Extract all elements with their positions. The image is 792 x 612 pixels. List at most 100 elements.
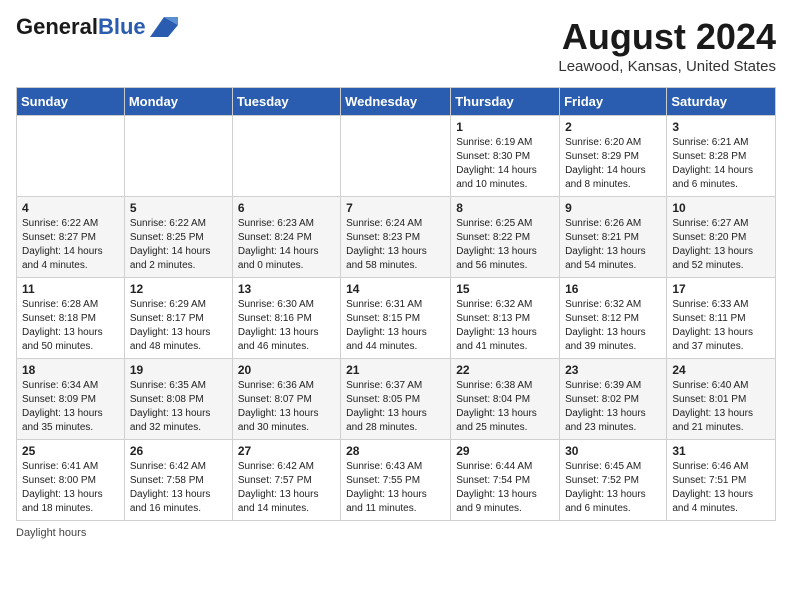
calendar-cell: 3 Sunrise: 6:21 AM Sunset: 8:28 PM Daylig… — [667, 116, 776, 197]
day-number: 12 — [130, 282, 227, 296]
calendar-cell: 9 Sunrise: 6:26 AM Sunset: 8:21 PM Daylig… — [560, 197, 667, 278]
day-info: Sunrise: 6:42 AM Sunset: 7:57 PM Dayligh… — [238, 460, 335, 516]
calendar-cell: 1 Sunrise: 6:19 AM Sunset: 8:30 PM Daylig… — [451, 116, 560, 197]
weekday-header: Wednesday — [341, 88, 451, 116]
calendar-cell: 20Sunrise: 6:36 AM Sunset: 8:07 PM Dayli… — [232, 359, 340, 440]
day-info: Sunrise: 6:40 AM Sunset: 8:01 PM Dayligh… — [672, 379, 770, 435]
day-number: 5 — [130, 201, 227, 215]
day-info: Sunrise: 6:35 AM Sunset: 8:08 PM Dayligh… — [130, 379, 227, 435]
day-number: 11 — [22, 282, 119, 296]
logo-general: General — [16, 14, 98, 39]
title-area: August 2024 Leawood, Kansas, United Stat… — [558, 16, 776, 75]
day-info: Sunrise: 6:32 AM Sunset: 8:13 PM Dayligh… — [456, 298, 554, 354]
calendar-cell: 13 Sunrise: 6:30 AM Sunset: 8:16 PM Dayli… — [232, 278, 340, 359]
calendar-cell: 10 Sunrise: 6:27 AM Sunset: 8:20 PM Dayli… — [667, 197, 776, 278]
calendar-cell: 27 Sunrise: 6:42 AM Sunset: 7:57 PM Dayli… — [232, 440, 340, 521]
page-header: GeneralBlue August 2024 Leawood, Kansas,… — [16, 16, 776, 75]
calendar-cell: 16 Sunrise: 6:32 AM Sunset: 8:12 PM Dayli… — [560, 278, 667, 359]
day-info: Sunrise: 6:27 AM Sunset: 8:20 PM Dayligh… — [672, 217, 770, 273]
calendar-cell: 31Sunrise: 6:46 AM Sunset: 7:51 PM Dayli… — [667, 440, 776, 521]
location-subtitle: Leawood, Kansas, United States — [558, 58, 776, 75]
calendar-cell: 24Sunrise: 6:40 AM Sunset: 8:01 PM Dayli… — [667, 359, 776, 440]
calendar-cell — [17, 116, 125, 197]
day-number: 20 — [238, 363, 335, 377]
calendar-cell: 22 Sunrise: 6:38 AM Sunset: 8:04 PM Dayli… — [451, 359, 560, 440]
day-number: 30 — [565, 444, 661, 458]
calendar-cell: 12 Sunrise: 6:29 AM Sunset: 8:17 PM Dayli… — [124, 278, 232, 359]
day-number: 21 — [346, 363, 445, 377]
day-number: 2 — [565, 120, 661, 134]
day-info: Sunrise: 6:20 AM Sunset: 8:29 PM Dayligh… — [565, 136, 661, 192]
day-info: Sunrise: 6:29 AM Sunset: 8:17 PM Dayligh… — [130, 298, 227, 354]
day-number: 6 — [238, 201, 335, 215]
calendar-cell: 14Sunrise: 6:31 AM Sunset: 8:15 PM Dayli… — [341, 278, 451, 359]
day-info: Sunrise: 6:28 AM Sunset: 8:18 PM Dayligh… — [22, 298, 119, 354]
day-number: 27 — [238, 444, 335, 458]
calendar-table: SundayMondayTuesdayWednesdayThursdayFrid… — [16, 87, 776, 521]
day-info: Sunrise: 6:38 AM Sunset: 8:04 PM Dayligh… — [456, 379, 554, 435]
day-number: 31 — [672, 444, 770, 458]
weekday-header: Thursday — [451, 88, 560, 116]
day-info: Sunrise: 6:25 AM Sunset: 8:22 PM Dayligh… — [456, 217, 554, 273]
day-info: Sunrise: 6:42 AM Sunset: 7:58 PM Dayligh… — [130, 460, 227, 516]
calendar-cell: 5 Sunrise: 6:22 AM Sunset: 8:25 PM Daylig… — [124, 197, 232, 278]
weekday-header: Saturday — [667, 88, 776, 116]
calendar-week-row: 11 Sunrise: 6:28 AM Sunset: 8:18 PM Dayli… — [17, 278, 776, 359]
calendar-week-row: 25Sunrise: 6:41 AM Sunset: 8:00 PM Dayli… — [17, 440, 776, 521]
day-number: 15 — [456, 282, 554, 296]
day-number: 10 — [672, 201, 770, 215]
calendar-cell: 2 Sunrise: 6:20 AM Sunset: 8:29 PM Daylig… — [560, 116, 667, 197]
day-number: 18 — [22, 363, 119, 377]
day-number: 22 — [456, 363, 554, 377]
day-info: Sunrise: 6:44 AM Sunset: 7:54 PM Dayligh… — [456, 460, 554, 516]
day-number: 9 — [565, 201, 661, 215]
day-info: Sunrise: 6:32 AM Sunset: 8:12 PM Dayligh… — [565, 298, 661, 354]
day-info: Sunrise: 6:30 AM Sunset: 8:16 PM Dayligh… — [238, 298, 335, 354]
day-number: 16 — [565, 282, 661, 296]
day-number: 19 — [130, 363, 227, 377]
day-info: Sunrise: 6:33 AM Sunset: 8:11 PM Dayligh… — [672, 298, 770, 354]
calendar-cell — [232, 116, 340, 197]
calendar-cell — [341, 116, 451, 197]
footer-note: Daylight hours — [16, 527, 776, 539]
day-number: 13 — [238, 282, 335, 296]
weekday-header: Monday — [124, 88, 232, 116]
calendar-week-row: 4 Sunrise: 6:22 AM Sunset: 8:27 PM Daylig… — [17, 197, 776, 278]
day-info: Sunrise: 6:22 AM Sunset: 8:25 PM Dayligh… — [130, 217, 227, 273]
calendar-cell: 11 Sunrise: 6:28 AM Sunset: 8:18 PM Dayli… — [17, 278, 125, 359]
calendar-cell: 23Sunrise: 6:39 AM Sunset: 8:02 PM Dayli… — [560, 359, 667, 440]
calendar-cell: 7 Sunrise: 6:24 AM Sunset: 8:23 PM Daylig… — [341, 197, 451, 278]
calendar-cell: 18Sunrise: 6:34 AM Sunset: 8:09 PM Dayli… — [17, 359, 125, 440]
day-info: Sunrise: 6:26 AM Sunset: 8:21 PM Dayligh… — [565, 217, 661, 273]
calendar-header-row: SundayMondayTuesdayWednesdayThursdayFrid… — [17, 88, 776, 116]
weekday-header: Sunday — [17, 88, 125, 116]
day-number: 26 — [130, 444, 227, 458]
day-info: Sunrise: 6:45 AM Sunset: 7:52 PM Dayligh… — [565, 460, 661, 516]
day-info: Sunrise: 6:19 AM Sunset: 8:30 PM Dayligh… — [456, 136, 554, 192]
calendar-cell: 8Sunrise: 6:25 AM Sunset: 8:22 PM Daylig… — [451, 197, 560, 278]
day-number: 23 — [565, 363, 661, 377]
calendar-week-row: 1 Sunrise: 6:19 AM Sunset: 8:30 PM Daylig… — [17, 116, 776, 197]
day-number: 1 — [456, 120, 554, 134]
day-number: 7 — [346, 201, 445, 215]
calendar-cell — [124, 116, 232, 197]
day-info: Sunrise: 6:21 AM Sunset: 8:28 PM Dayligh… — [672, 136, 770, 192]
day-number: 17 — [672, 282, 770, 296]
day-info: Sunrise: 6:22 AM Sunset: 8:27 PM Dayligh… — [22, 217, 119, 273]
calendar-cell: 4 Sunrise: 6:22 AM Sunset: 8:27 PM Daylig… — [17, 197, 125, 278]
day-number: 4 — [22, 201, 119, 215]
day-info: Sunrise: 6:24 AM Sunset: 8:23 PM Dayligh… — [346, 217, 445, 273]
calendar-cell: 17 Sunrise: 6:33 AM Sunset: 8:11 PM Dayli… — [667, 278, 776, 359]
logo: GeneralBlue — [16, 16, 178, 38]
calendar-cell: 15 Sunrise: 6:32 AM Sunset: 8:13 PM Dayli… — [451, 278, 560, 359]
logo-blue: Blue — [98, 14, 146, 39]
calendar-cell: 26 Sunrise: 6:42 AM Sunset: 7:58 PM Dayli… — [124, 440, 232, 521]
day-info: Sunrise: 6:31 AM Sunset: 8:15 PM Dayligh… — [346, 298, 445, 354]
day-number: 3 — [672, 120, 770, 134]
calendar-cell: 30 Sunrise: 6:45 AM Sunset: 7:52 PM Dayli… — [560, 440, 667, 521]
weekday-header: Tuesday — [232, 88, 340, 116]
day-info: Sunrise: 6:41 AM Sunset: 8:00 PM Dayligh… — [22, 460, 119, 516]
calendar-cell: 19 Sunrise: 6:35 AM Sunset: 8:08 PM Dayli… — [124, 359, 232, 440]
month-year-title: August 2024 — [558, 16, 776, 58]
calendar-week-row: 18Sunrise: 6:34 AM Sunset: 8:09 PM Dayli… — [17, 359, 776, 440]
